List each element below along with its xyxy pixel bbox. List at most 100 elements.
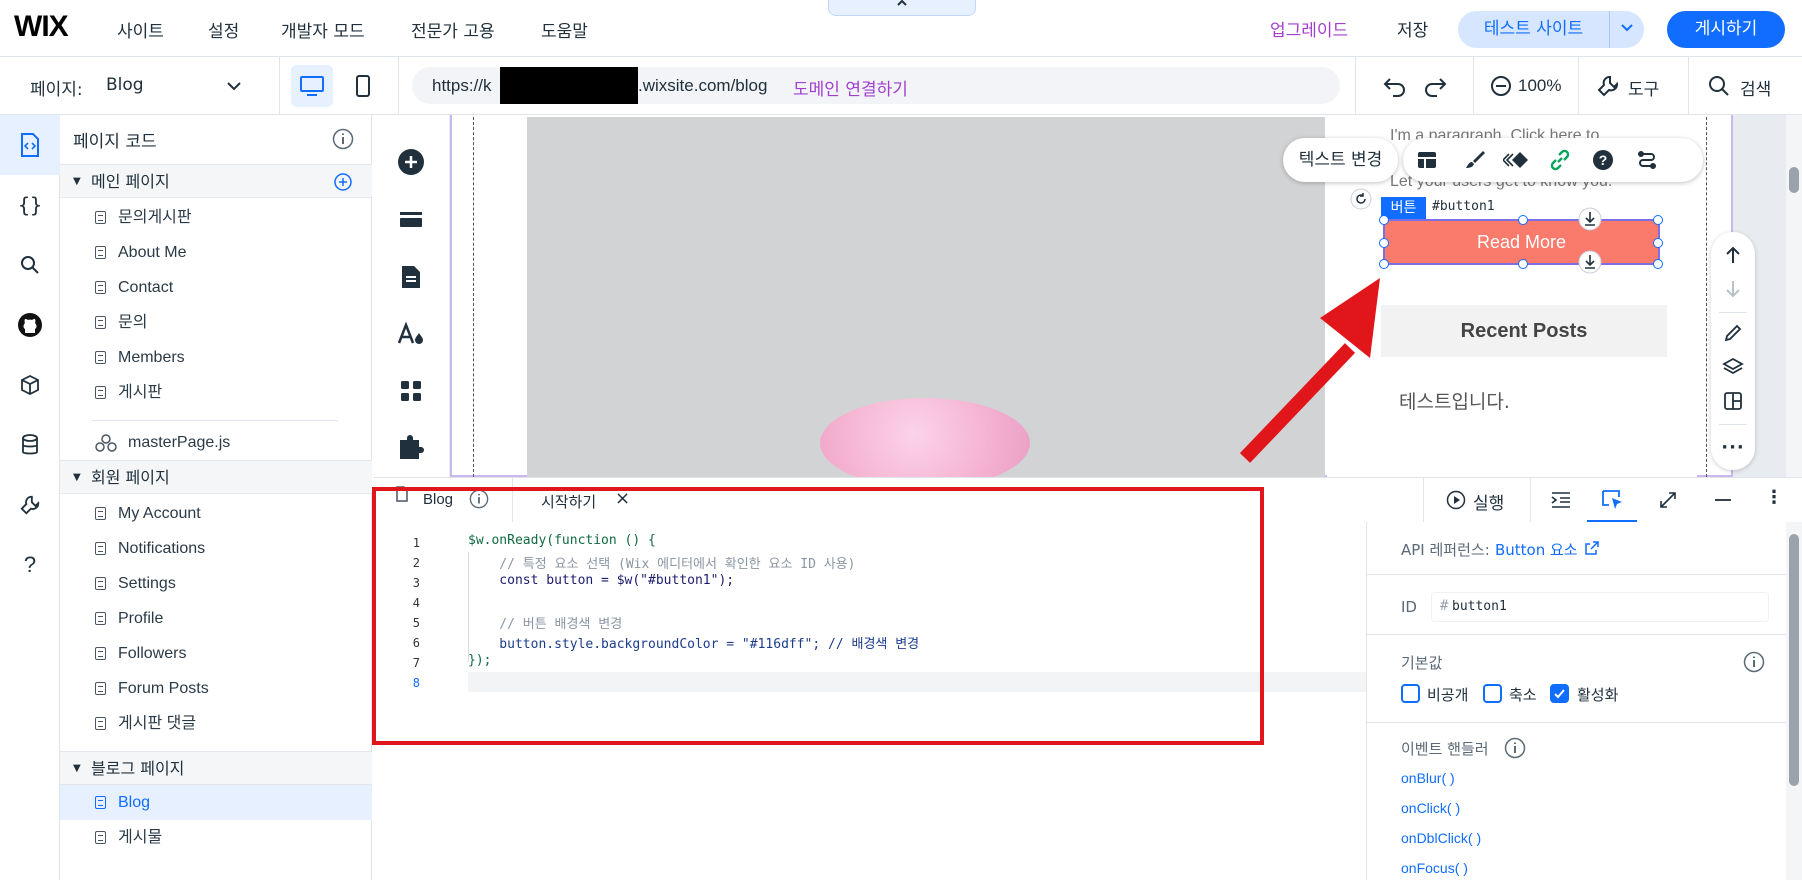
scrollbar-thumb[interactable] bbox=[1789, 167, 1799, 193]
hidden-checkbox[interactable] bbox=[1401, 684, 1420, 703]
connect-domain-link[interactable]: 도메인 연결하기 bbox=[793, 75, 908, 100]
resize-handle[interactable] bbox=[1379, 238, 1389, 248]
stretch-down-icon[interactable] bbox=[1578, 250, 1602, 274]
play-icon[interactable] bbox=[1446, 490, 1466, 510]
section-blog-pages[interactable]: ▼ 블로그 페이지 bbox=[60, 751, 372, 785]
more-button[interactable]: ··· bbox=[1711, 430, 1755, 464]
page-item[interactable]: My Account bbox=[60, 496, 372, 531]
page-select[interactable]: Blog bbox=[106, 75, 144, 95]
desktop-view-button[interactable] bbox=[291, 65, 333, 107]
resize-handle[interactable] bbox=[1653, 238, 1663, 248]
menu-hire-expert[interactable]: 전문가 고용 bbox=[411, 17, 495, 42]
pages-button[interactable] bbox=[389, 255, 433, 299]
code-files-tab[interactable]: {} bbox=[0, 175, 60, 235]
connect-icon[interactable] bbox=[1636, 149, 1658, 171]
menu-help[interactable]: 도움말 bbox=[541, 17, 588, 42]
info-icon[interactable] bbox=[1743, 651, 1765, 673]
stretch-down-icon[interactable] bbox=[1578, 207, 1602, 231]
page-code-tab[interactable] bbox=[0, 115, 60, 175]
page-item[interactable]: Settings bbox=[60, 566, 372, 601]
info-icon[interactable] bbox=[332, 128, 354, 150]
page-item[interactable]: 문의게시판 bbox=[60, 200, 372, 235]
apps-button[interactable] bbox=[389, 369, 433, 413]
layout-icon[interactable] bbox=[1416, 149, 1438, 171]
move-up-button[interactable] bbox=[1711, 238, 1755, 272]
handler-onclick[interactable]: onClick( ) bbox=[1401, 800, 1460, 816]
page-item[interactable]: Forum Posts bbox=[60, 671, 372, 706]
move-down-button[interactable] bbox=[1711, 272, 1755, 306]
collapsed-checkbox[interactable] bbox=[1483, 684, 1502, 703]
expand-icon[interactable] bbox=[1658, 490, 1678, 510]
redo-icon[interactable] bbox=[1423, 75, 1447, 97]
resize-handle[interactable] bbox=[1518, 259, 1528, 269]
section-main-pages[interactable]: ▼ 메인 페이지 bbox=[60, 164, 372, 198]
page-item[interactable]: Members bbox=[60, 340, 372, 375]
read-more-button[interactable]: Read More bbox=[1379, 215, 1663, 269]
help-icon[interactable]: ? bbox=[1592, 149, 1614, 171]
chevron-down-icon[interactable] bbox=[226, 80, 242, 92]
add-icon[interactable] bbox=[334, 173, 352, 191]
resize-handle[interactable] bbox=[1653, 215, 1663, 225]
enabled-checkbox[interactable] bbox=[1550, 684, 1569, 703]
master-page-item[interactable]: masterPage.js bbox=[60, 425, 372, 460]
edit-button[interactable] bbox=[1711, 316, 1755, 350]
page-item-blog-selected[interactable]: Blog bbox=[60, 785, 372, 820]
handler-onblur[interactable]: onBlur( ) bbox=[1401, 770, 1455, 786]
add-element-button[interactable] bbox=[389, 140, 433, 184]
indent-icon[interactable] bbox=[1550, 490, 1572, 510]
page-item[interactable]: Contact bbox=[60, 270, 372, 305]
packages-tab[interactable] bbox=[0, 355, 60, 415]
undo-icon[interactable] bbox=[1383, 75, 1407, 97]
api-reference-link[interactable]: Button 요소 bbox=[1495, 539, 1578, 560]
section-member-pages[interactable]: ▼ 회원 페이지 bbox=[60, 460, 372, 494]
search-tab[interactable] bbox=[0, 235, 60, 295]
save-button[interactable]: 저장 bbox=[1397, 16, 1428, 41]
reset-icon[interactable] bbox=[1350, 188, 1372, 210]
tools-button[interactable]: 도구 bbox=[1628, 75, 1659, 100]
upgrade-link[interactable]: 업그레이드 bbox=[1270, 16, 1348, 41]
github-tab[interactable] bbox=[0, 295, 60, 355]
zoom-level[interactable]: 100% bbox=[1518, 76, 1561, 96]
page-item[interactable]: 문의 bbox=[60, 305, 372, 340]
page-item[interactable]: 게시판 bbox=[60, 375, 372, 410]
menu-settings[interactable]: 설정 bbox=[208, 17, 239, 42]
wrench-icon[interactable] bbox=[1596, 74, 1620, 98]
minimize-icon[interactable] bbox=[1713, 490, 1733, 510]
link-icon[interactable] bbox=[1549, 149, 1571, 171]
grid-button[interactable] bbox=[1711, 384, 1755, 418]
layers-button[interactable] bbox=[1711, 350, 1755, 384]
publish-button[interactable]: 게시하기 bbox=[1667, 11, 1785, 48]
design-brush-icon[interactable] bbox=[1464, 149, 1486, 171]
resize-handle[interactable] bbox=[1653, 259, 1663, 269]
page-item[interactable]: About Me bbox=[60, 235, 372, 270]
external-link-icon[interactable] bbox=[1585, 541, 1599, 555]
page-item[interactable]: Followers bbox=[60, 636, 372, 671]
test-site-dropdown[interactable] bbox=[1609, 11, 1644, 48]
page-item[interactable]: Profile bbox=[60, 601, 372, 636]
properties-scrollbar[interactable] bbox=[1786, 522, 1802, 880]
design-button[interactable] bbox=[389, 312, 433, 356]
test-site-button[interactable]: 테스트 사이트 bbox=[1458, 11, 1609, 48]
id-input[interactable]: # button1 bbox=[1431, 592, 1769, 622]
page-item[interactable]: Notifications bbox=[60, 531, 372, 566]
menu-dev-mode[interactable]: 개발자 모드 bbox=[281, 17, 365, 42]
page-item[interactable]: 게시판 댓글 bbox=[60, 706, 372, 741]
handler-ondblclick[interactable]: onDblClick( ) bbox=[1401, 830, 1481, 846]
database-tab[interactable] bbox=[0, 415, 60, 475]
menu-site[interactable]: 사이트 bbox=[117, 17, 164, 42]
zoom-out-icon[interactable] bbox=[1490, 75, 1512, 97]
more-vertical-icon[interactable]: ⋮ bbox=[1765, 487, 1783, 508]
resize-handle[interactable] bbox=[1379, 215, 1389, 225]
collapse-topbar-tab[interactable] bbox=[828, 0, 976, 16]
add-section-button[interactable] bbox=[389, 198, 433, 242]
business-apps-button[interactable] bbox=[389, 426, 433, 470]
scrollbar-thumb[interactable] bbox=[1789, 534, 1799, 786]
info-icon[interactable] bbox=[1504, 737, 1526, 759]
canvas-scrollbar[interactable] bbox=[1786, 115, 1802, 477]
animation-icon[interactable] bbox=[1503, 149, 1531, 171]
inspect-tab[interactable] bbox=[1587, 478, 1637, 523]
help-tab[interactable]: ? bbox=[0, 535, 60, 595]
wix-logo[interactable]: WIX bbox=[14, 10, 69, 44]
run-button[interactable]: 실행 bbox=[1473, 489, 1504, 514]
resize-handle[interactable] bbox=[1518, 215, 1528, 225]
